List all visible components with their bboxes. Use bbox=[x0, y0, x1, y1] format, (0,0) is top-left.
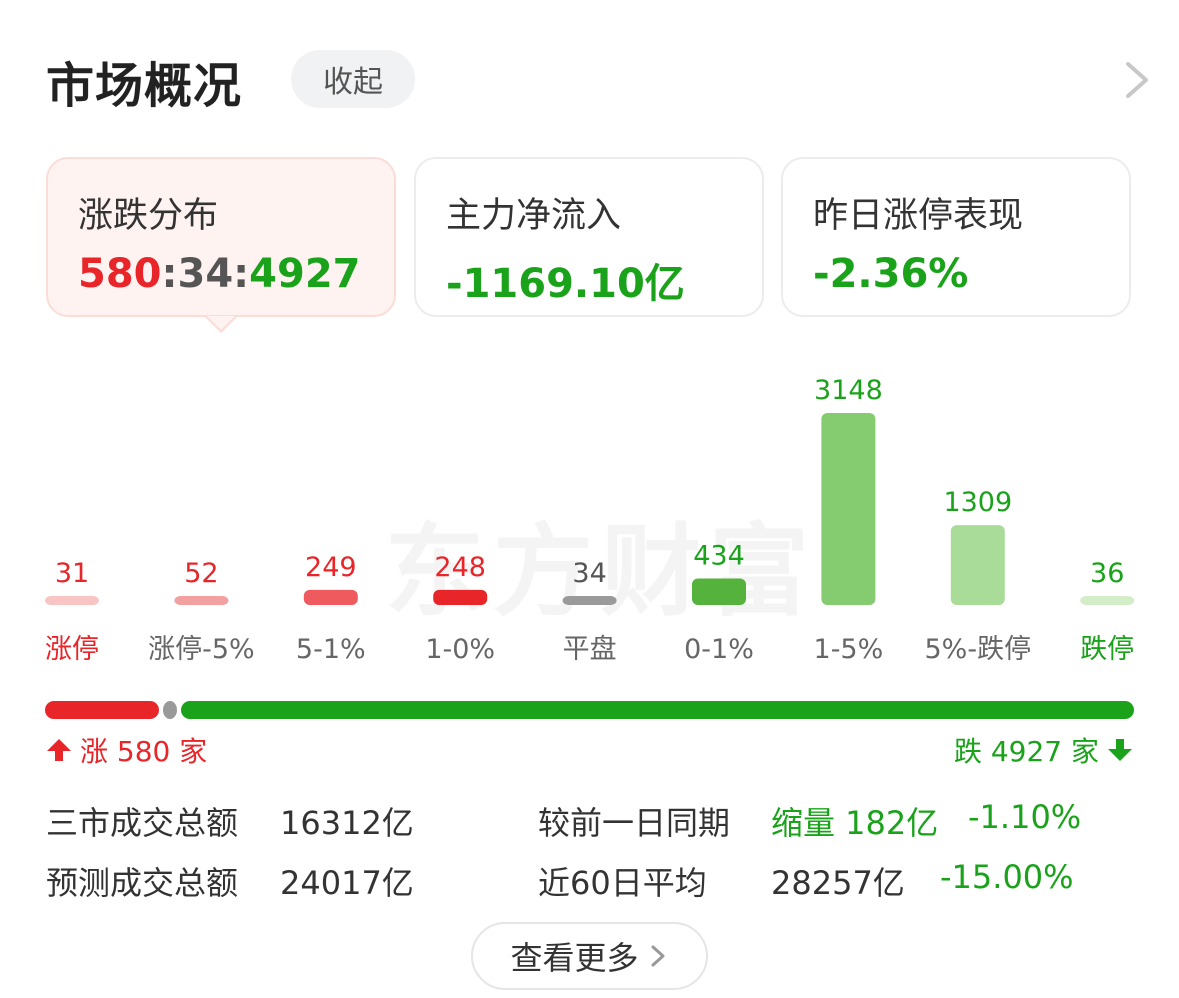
flat-count: 34 bbox=[177, 251, 234, 297]
bar-value-label: 31 bbox=[55, 558, 89, 589]
category-label: 1-0% bbox=[425, 634, 495, 665]
compare-prev-day-pct: -1.10% bbox=[968, 798, 1082, 836]
bar-7 bbox=[950, 525, 1005, 605]
category-label: 5%-跌停 bbox=[925, 634, 1032, 665]
bar-value-label: 52 bbox=[184, 558, 218, 589]
page-title: 市场概况 bbox=[46, 58, 243, 114]
category-label: 1-5% bbox=[814, 634, 884, 665]
bar-value-label: 34 bbox=[572, 558, 606, 589]
bar-value-label: 249 bbox=[305, 552, 357, 583]
bar-value-label: 248 bbox=[434, 552, 486, 583]
distribution-value: 580:34:4927 bbox=[78, 251, 361, 297]
view-more-label: 查看更多 bbox=[510, 939, 639, 977]
chevron-right-icon bbox=[651, 945, 664, 967]
category-label: 5-1% bbox=[296, 634, 366, 665]
total-turnover-label: 三市成交总额 bbox=[46, 804, 239, 842]
bar-value-label: 36 bbox=[1090, 558, 1124, 589]
bar-3 bbox=[433, 589, 488, 605]
card-title: 昨日涨停表现 bbox=[813, 196, 1024, 236]
card-limit-up-performance[interactable]: 昨日涨停表现 -2.36% bbox=[781, 157, 1131, 317]
up-segment bbox=[45, 701, 159, 719]
down-summary-label: 跌 4927 家 bbox=[953, 735, 1099, 768]
bar-6 bbox=[821, 413, 876, 605]
forecast-turnover-label: 预测成交总额 bbox=[46, 864, 239, 902]
bar-value-label: 1309 bbox=[943, 487, 1012, 518]
bar-0 bbox=[45, 596, 99, 605]
view-more-button[interactable]: 查看更多 bbox=[471, 922, 708, 990]
arrow-up-icon bbox=[47, 739, 71, 761]
bar-5 bbox=[692, 578, 746, 605]
category-label: 涨停-5% bbox=[148, 634, 255, 665]
collapse-button[interactable]: 收起 bbox=[291, 50, 415, 108]
avg-60-day-value: 28257亿 bbox=[771, 864, 905, 902]
distribution-chart: 31 涨停 52 涨停-5% 249 5-1% 248 1-0% 34 平盘 434 0-1% 3148… bbox=[45, 375, 1135, 665]
bar-value-label: 434 bbox=[693, 541, 745, 572]
card-up-down-distribution[interactable]: 涨跌分布 580:34:4927 bbox=[46, 157, 396, 317]
category-label: 跌停 bbox=[1080, 634, 1134, 665]
up-count: 580 bbox=[78, 251, 162, 297]
forecast-turnover-value: 24017亿 bbox=[280, 864, 414, 902]
category-label: 平盘 bbox=[563, 634, 617, 665]
bar-4 bbox=[562, 596, 617, 605]
bar-8 bbox=[1080, 596, 1135, 605]
down-count: 4927 bbox=[249, 251, 361, 297]
card-title: 主力净流入 bbox=[446, 196, 622, 236]
up-summary: 涨 580 家 bbox=[46, 730, 207, 770]
compare-prev-day-change: 缩量 182亿 bbox=[771, 804, 939, 842]
limit-up-performance-value: -2.36% bbox=[813, 251, 969, 297]
bar-2 bbox=[303, 589, 358, 605]
card-pointer-fill bbox=[207, 316, 235, 330]
arrow-down-icon bbox=[1108, 739, 1132, 761]
flat-segment bbox=[162, 701, 177, 719]
category-label: 0-1% bbox=[684, 634, 754, 665]
category-label: 涨停 bbox=[45, 634, 99, 665]
down-segment bbox=[180, 701, 1134, 719]
bar-1 bbox=[174, 596, 229, 605]
avg-60-day-label: 近60日平均 bbox=[538, 864, 707, 902]
down-summary: 跌 4927 家 bbox=[954, 730, 1133, 770]
up-summary-label: 涨 580 家 bbox=[80, 735, 208, 768]
compare-prev-day-label: 较前一日同期 bbox=[538, 804, 731, 842]
avg-60-day-pct: -15.00% bbox=[940, 858, 1074, 896]
net-inflow-value: -1169.10亿 bbox=[446, 261, 685, 307]
bar-value-label: 3148 bbox=[814, 375, 883, 406]
chevron-right-icon[interactable] bbox=[1120, 60, 1160, 100]
up-down-ratio-bar bbox=[45, 701, 1134, 719]
card-main-net-inflow[interactable]: 主力净流入 -1169.10亿 bbox=[414, 157, 764, 317]
card-title: 涨跌分布 bbox=[78, 196, 219, 236]
total-turnover-value: 16312亿 bbox=[280, 804, 414, 842]
